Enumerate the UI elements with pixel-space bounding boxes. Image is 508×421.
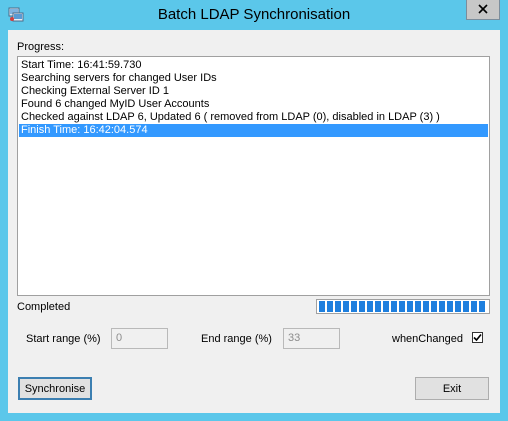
dialog-window: Batch LDAP Synchronisation Progress: Sta… bbox=[0, 0, 508, 421]
end-range-input[interactable]: 33 bbox=[283, 328, 340, 349]
log-line[interactable]: Finish Time: 16:42:04.574 bbox=[19, 124, 488, 137]
title-bar[interactable]: Batch LDAP Synchronisation bbox=[0, 0, 508, 30]
synchronise-button[interactable]: Synchronise bbox=[18, 377, 92, 400]
close-button[interactable] bbox=[466, 0, 500, 20]
checkmark-icon bbox=[473, 329, 482, 347]
exit-button[interactable]: Exit bbox=[415, 377, 489, 400]
progress-block bbox=[383, 301, 389, 312]
progress-block bbox=[343, 301, 349, 312]
progress-block bbox=[423, 301, 429, 312]
progress-block bbox=[327, 301, 333, 312]
start-range-input[interactable]: 0 bbox=[111, 328, 168, 349]
progress-block bbox=[447, 301, 453, 312]
progress-block bbox=[431, 301, 437, 312]
progress-block bbox=[335, 301, 341, 312]
progress-block bbox=[479, 301, 485, 312]
log-line[interactable]: Start Time: 16:41:59.730 bbox=[19, 59, 488, 72]
start-range-label: Start range (%) bbox=[26, 333, 101, 345]
progress-block bbox=[391, 301, 397, 312]
end-range-label: End range (%) bbox=[201, 333, 272, 345]
window-title: Batch LDAP Synchronisation bbox=[157, 6, 351, 23]
progress-block bbox=[359, 301, 365, 312]
close-icon bbox=[478, 1, 488, 19]
progress-label: Progress: bbox=[17, 41, 65, 53]
progress-block bbox=[455, 301, 461, 312]
log-line[interactable]: Checked against LDAP 6, Updated 6 ( remo… bbox=[19, 111, 488, 124]
progress-block bbox=[407, 301, 413, 312]
when-changed-checkbox[interactable] bbox=[472, 332, 483, 343]
status-text: Completed bbox=[17, 301, 71, 313]
progress-block bbox=[375, 301, 381, 312]
log-line[interactable]: Found 6 changed MyID User Accounts bbox=[19, 98, 488, 111]
when-changed-label: whenChanged bbox=[392, 333, 463, 345]
progress-log-list[interactable]: Start Time: 16:41:59.730 Searching server… bbox=[17, 56, 490, 296]
progress-block bbox=[415, 301, 421, 312]
dialog-body: Progress: Start Time: 16:41:59.730 Search… bbox=[8, 30, 500, 413]
log-line[interactable]: Checking External Server ID 1 bbox=[19, 85, 488, 98]
progress-block bbox=[319, 301, 325, 312]
progress-block bbox=[471, 301, 477, 312]
progress-block bbox=[351, 301, 357, 312]
log-lines: Start Time: 16:41:59.730 Searching server… bbox=[19, 59, 488, 137]
progress-block bbox=[399, 301, 405, 312]
progress-block bbox=[463, 301, 469, 312]
progress-bar bbox=[316, 299, 490, 314]
progress-block bbox=[367, 301, 373, 312]
log-line[interactable]: Searching servers for changed User IDs bbox=[19, 72, 488, 85]
progress-block bbox=[439, 301, 445, 312]
